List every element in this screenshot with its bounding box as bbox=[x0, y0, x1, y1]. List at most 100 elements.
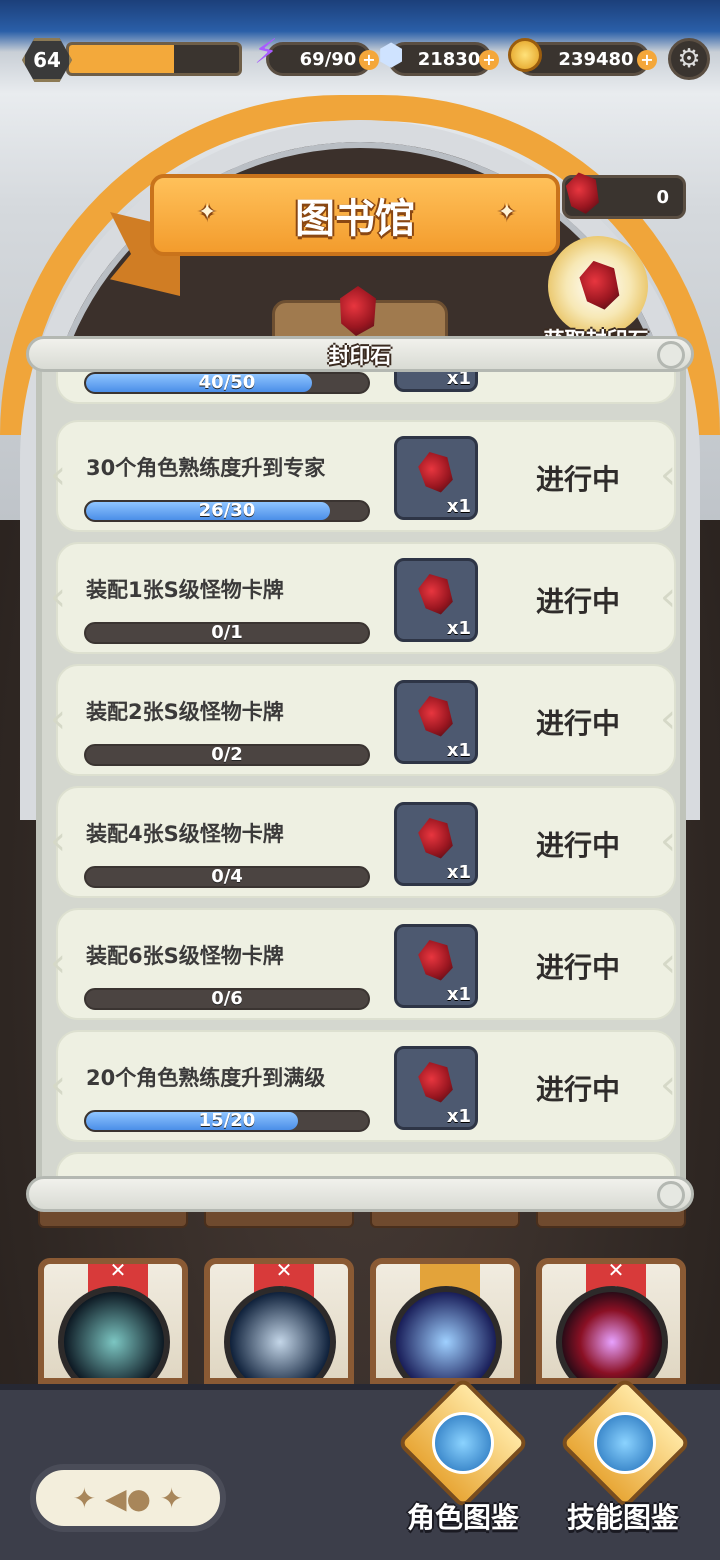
character-codex-button[interactable] bbox=[396, 1376, 530, 1510]
quest-status: 进行中 bbox=[535, 707, 620, 740]
skill-codex-label[interactable]: 技能图鉴 bbox=[548, 1496, 698, 1536]
slash-emblem-icon bbox=[390, 1286, 502, 1378]
seal-stone-icon bbox=[413, 447, 458, 497]
chevron-left-icon: ‹ bbox=[50, 940, 66, 986]
quest-row[interactable]: ‹ 装配4张S级怪物卡牌 0/4 x1 进行中 ‹ bbox=[50, 786, 676, 898]
reward-slot[interactable]: x1 bbox=[394, 924, 478, 1008]
quest-progress-text: 0/1 bbox=[211, 622, 243, 643]
seal-stone-icon bbox=[413, 691, 458, 741]
chevron-right-icon: ‹ bbox=[660, 696, 676, 742]
axe-emblem-icon bbox=[224, 1286, 336, 1378]
diamond-icon: ⬢ bbox=[378, 38, 405, 73]
chevron-right-icon: ‹ bbox=[660, 940, 676, 986]
reward-quantity: x1 bbox=[446, 618, 471, 639]
sparkle-icon: ✦ bbox=[497, 200, 516, 225]
person-icon bbox=[432, 1412, 494, 1474]
quest-row[interactable]: ‹ 装配6张S级怪物卡牌 0/6 x1 进行中 ‹ bbox=[50, 908, 676, 1020]
seal-stone-tab-label[interactable]: 封印石 bbox=[300, 340, 420, 370]
portal-emblem-icon bbox=[556, 1286, 668, 1378]
chevron-right-icon: ‹ bbox=[660, 452, 676, 498]
diamond-add-button[interactable]: + bbox=[479, 50, 499, 70]
library-title-banner: ✦ 图书馆 ✦ bbox=[150, 174, 560, 256]
gold-add-button[interactable]: + bbox=[637, 50, 657, 70]
diamond-value: 21830 bbox=[417, 48, 481, 70]
chevron-left-icon: ‹ bbox=[50, 452, 66, 498]
quest-progress-bar: 0/1 bbox=[84, 622, 370, 644]
quest-title: 20个角色熟练度升到满级 bbox=[86, 1066, 326, 1090]
chevron-right-icon: ‹ bbox=[660, 574, 676, 620]
quest-status: 进行中 bbox=[535, 951, 620, 984]
reward-slot[interactable]: x1 bbox=[394, 436, 478, 520]
quest-progress-bar: 0/4 bbox=[84, 866, 370, 888]
xp-bar-fill bbox=[69, 45, 175, 73]
chevron-left-icon: ‹ bbox=[50, 574, 66, 620]
scroll-knob bbox=[657, 341, 685, 369]
chevron-right-icon: ‹ bbox=[660, 818, 676, 864]
chevron-right-icon: ‹ bbox=[660, 1062, 676, 1108]
reward-slot[interactable]: x1 bbox=[394, 680, 478, 764]
chevron-left-icon: ‹ bbox=[50, 1062, 66, 1108]
quest-progress-bar: 15/20 bbox=[84, 1110, 370, 1132]
quest-scroll-list[interactable]: ‹ 40/50 x1 ‹ ‹ 30个角色熟练度升到专家 26/30 x1 进行中 ‹ ‹ 装配1张S级… bbox=[36, 356, 686, 1186]
page-title: 图书馆 bbox=[295, 196, 415, 242]
reward-quantity: x1 bbox=[446, 862, 471, 883]
codex-card-1[interactable]: ✕ bbox=[38, 1258, 188, 1384]
sparkle-icon: ✦ bbox=[198, 200, 217, 225]
library-screen: 64 69/90 + ⚡ 21830 + ⬢ 239480 + ⚙ ✦ 图书馆 … bbox=[0, 0, 720, 1560]
quest-row[interactable]: ‹ 装配2张S级怪物卡牌 0/2 x1 进行中 ‹ bbox=[50, 664, 676, 776]
quest-status: 进行中 bbox=[535, 585, 620, 618]
quest-title: 装配6张S级怪物卡牌 bbox=[86, 944, 284, 968]
quest-progress-text: 0/6 bbox=[211, 988, 243, 1009]
quest-progress-text: 0/2 bbox=[211, 744, 243, 765]
gold-value: 239480 bbox=[558, 48, 634, 70]
quest-progress-bar: 40/50 bbox=[84, 372, 370, 394]
reward-quantity: x1 bbox=[446, 740, 471, 761]
back-button[interactable]: ✦ ◀● ✦ bbox=[30, 1464, 226, 1532]
scroll-rod-bottom bbox=[26, 1176, 694, 1212]
reward-slot[interactable]: x1 bbox=[394, 558, 478, 642]
quest-row[interactable]: ‹ 20个角色熟练度升到满级 15/20 x1 进行中 ‹ bbox=[50, 1030, 676, 1142]
quest-progress-bar: 26/30 bbox=[84, 500, 370, 522]
quest-progress-bar: 0/2 bbox=[84, 744, 370, 766]
seal-stone-count-value: 0 bbox=[656, 186, 669, 208]
quest-row[interactable]: ‹ 装配1张S级怪物卡牌 0/1 x1 进行中 ‹ bbox=[50, 542, 676, 654]
dragon-emblem-icon bbox=[58, 1286, 170, 1378]
quest-progress-text: 0/4 bbox=[211, 866, 243, 887]
settings-gear-icon[interactable]: ⚙ bbox=[668, 38, 710, 80]
quest-status: 进行中 bbox=[535, 829, 620, 862]
character-codex-label[interactable]: 角色图鉴 bbox=[388, 1496, 538, 1536]
energy-counter: 69/90 + bbox=[266, 42, 379, 76]
quest-progress-text: 40/50 bbox=[198, 372, 256, 393]
codex-card-3[interactable] bbox=[370, 1258, 520, 1384]
reward-slot[interactable]: x1 bbox=[394, 802, 478, 886]
quest-progress-text: 26/30 bbox=[198, 500, 256, 521]
quest-title: 装配1张S级怪物卡牌 bbox=[86, 578, 284, 602]
constellation-icon bbox=[594, 1412, 656, 1474]
back-arrow-icon: ✦ ◀● ✦ bbox=[72, 1481, 184, 1515]
seal-stone-icon bbox=[413, 813, 458, 863]
quest-status: 进行中 bbox=[535, 1073, 620, 1106]
reward-slot[interactable]: x1 bbox=[394, 1046, 478, 1130]
seal-stone-icon bbox=[413, 569, 458, 619]
quest-progress-bar: 0/6 bbox=[84, 988, 370, 1010]
gold-coin-icon bbox=[508, 38, 542, 72]
quest-status: 进行中 bbox=[535, 463, 620, 496]
reward-quantity: x1 bbox=[446, 984, 471, 1005]
scroll-knob bbox=[657, 1181, 685, 1209]
chevron-left-icon: ‹ bbox=[50, 696, 66, 742]
lightning-icon: ⚡ bbox=[254, 32, 278, 72]
energy-add-button[interactable]: + bbox=[359, 50, 379, 70]
skill-codex-button[interactable] bbox=[558, 1376, 692, 1510]
quest-row[interactable]: ‹ 30个角色熟练度升到专家 26/30 x1 进行中 ‹ bbox=[50, 420, 676, 532]
energy-value: 69/90 bbox=[299, 48, 357, 70]
quest-title: 30个角色熟练度升到专家 bbox=[86, 456, 326, 480]
quest-progress-text: 15/20 bbox=[198, 1110, 256, 1131]
codex-card-4[interactable]: ✕ bbox=[536, 1258, 686, 1384]
seal-stone-icon bbox=[413, 935, 458, 985]
xp-bar bbox=[66, 42, 242, 76]
quest-title: 装配4张S级怪物卡牌 bbox=[86, 822, 284, 846]
reward-quantity: x1 bbox=[446, 1106, 471, 1127]
reward-quantity: x1 bbox=[446, 496, 471, 517]
chevron-left-icon: ‹ bbox=[50, 818, 66, 864]
codex-card-2[interactable]: ✕ bbox=[204, 1258, 354, 1384]
